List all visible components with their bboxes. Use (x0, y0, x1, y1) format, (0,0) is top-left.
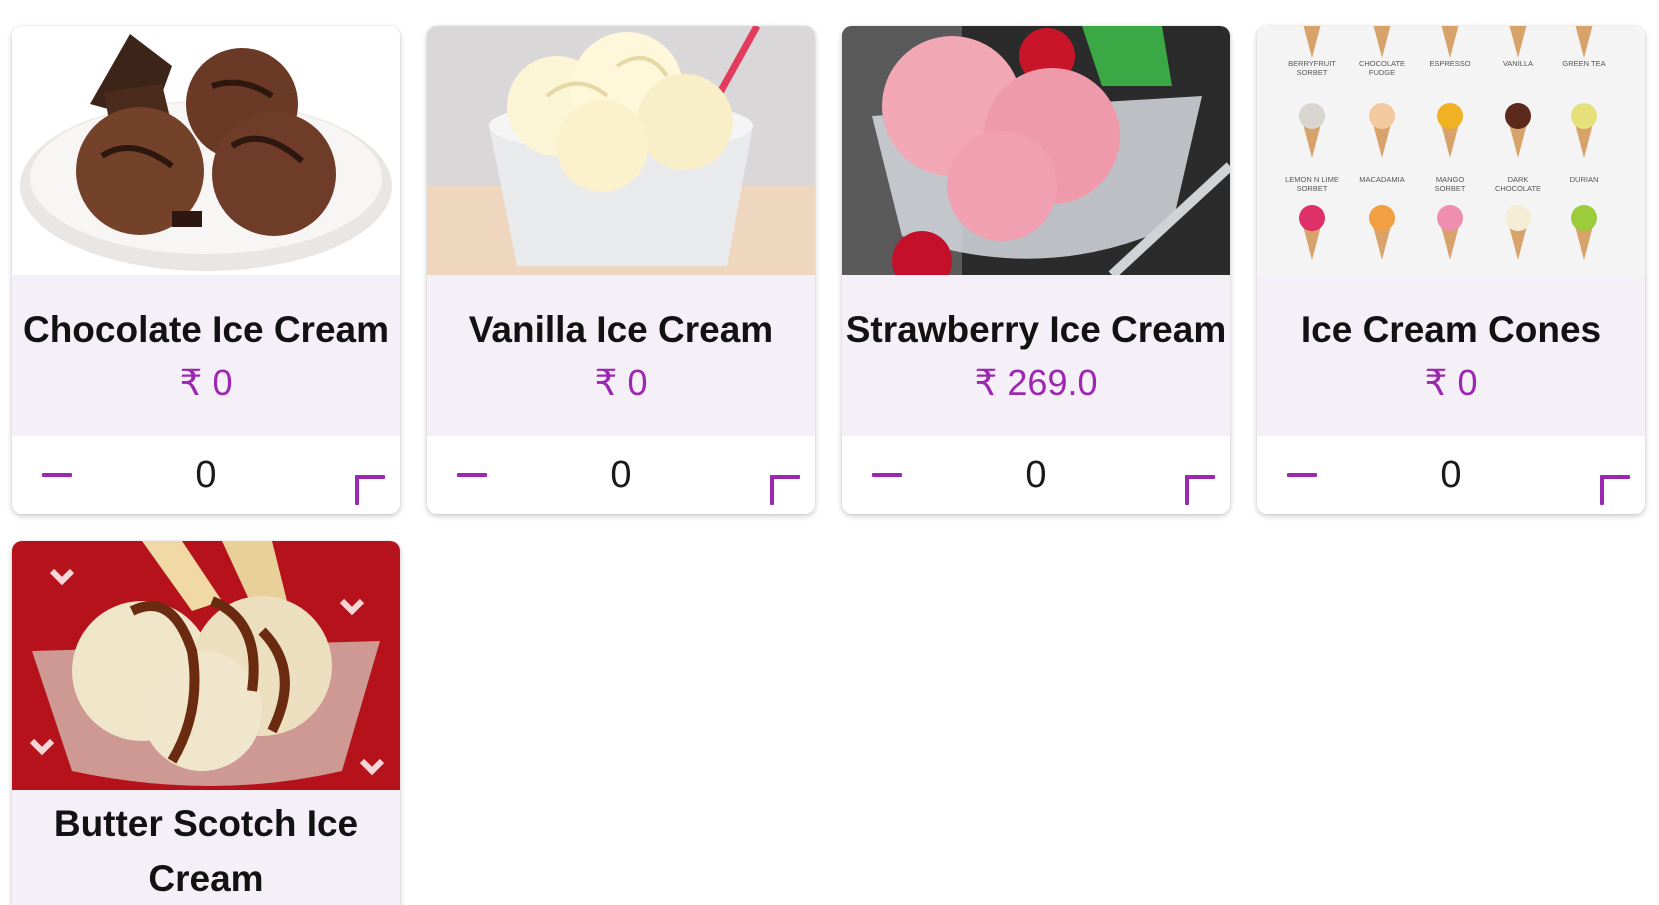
quantity-stepper: 0 (842, 436, 1230, 514)
product-info: Butter Scotch Ice Cream (12, 790, 400, 905)
quantity-value: 0 (195, 453, 217, 496)
product-info: Vanilla Ice Cream ₹ 0 (427, 275, 815, 436)
butter-scotch-ice-cream-image (12, 541, 400, 790)
minus-icon (42, 473, 72, 477)
product-card-strawberry[interactable]: Strawberry Ice Cream ₹ 269.0 0 (842, 26, 1230, 514)
vanilla-ice-cream-image (427, 26, 815, 275)
svg-text:ESPRESSO: ESPRESSO (1429, 59, 1470, 68)
quantity-value: 0 (610, 453, 632, 496)
product-price: ₹ 0 (1424, 362, 1478, 403)
ice-cream-cones-image: BERRYFRUIT SORBET CHOCOLATE FUDGE ESPRESSO VA… (1257, 26, 1645, 275)
product-name: Chocolate Ice Cream (22, 309, 390, 350)
product-card-vanilla[interactable]: Vanilla Ice Cream ₹ 0 0 (427, 26, 815, 514)
svg-text:BERRYFRUIT: BERRYFRUIT (1288, 59, 1336, 68)
minus-icon (457, 473, 487, 477)
decrement-button[interactable] (34, 452, 80, 498)
quantity-stepper: 0 (12, 436, 400, 514)
product-card-butterscotch[interactable]: Butter Scotch Ice Cream (12, 541, 400, 905)
svg-text:SORBET: SORBET (1297, 184, 1328, 193)
svg-text:CHOCOLATE: CHOCOLATE (1495, 184, 1541, 193)
quantity-stepper: 0 (427, 436, 815, 514)
svg-text:VANILLA: VANILLA (1503, 59, 1533, 68)
product-price: ₹ 0 (594, 362, 648, 403)
increment-button[interactable] (747, 452, 800, 505)
minus-icon (1287, 473, 1317, 477)
quantity-value: 0 (1440, 453, 1462, 496)
increment-button[interactable] (1577, 452, 1630, 505)
svg-text:DURIAN: DURIAN (1570, 175, 1599, 184)
minus-icon (872, 473, 902, 477)
strawberry-ice-cream-image (842, 26, 1230, 275)
product-info: Chocolate Ice Cream ₹ 0 (12, 275, 400, 436)
svg-text:FUDGE: FUDGE (1369, 68, 1395, 77)
quantity-value: 0 (1025, 453, 1047, 496)
product-info: Strawberry Ice Cream ₹ 269.0 (842, 275, 1230, 436)
decrement-button[interactable] (864, 452, 910, 498)
svg-text:MANGO: MANGO (1436, 175, 1465, 184)
product-price: ₹ 269.0 (974, 362, 1098, 403)
product-name: Strawberry Ice Cream (845, 309, 1227, 350)
product-name: Vanilla Ice Cream (468, 309, 774, 350)
product-name: Ice Cream Cones (1300, 309, 1602, 350)
svg-text:SORBET: SORBET (1435, 184, 1466, 193)
svg-text:LEMON N LIME: LEMON N LIME (1285, 175, 1339, 184)
quantity-stepper: 0 (1257, 436, 1645, 514)
decrement-button[interactable] (1279, 452, 1325, 498)
product-card-cones[interactable]: BERRYFRUIT SORBET CHOCOLATE FUDGE ESPRESSO VA… (1257, 26, 1645, 514)
increment-button[interactable] (1162, 452, 1215, 505)
product-info: Ice Cream Cones ₹ 0 (1257, 275, 1645, 436)
product-card-chocolate[interactable]: Chocolate Ice Cream ₹ 0 0 (12, 26, 400, 514)
svg-text:MACADAMIA: MACADAMIA (1359, 175, 1404, 184)
svg-text:GREEN TEA: GREEN TEA (1562, 59, 1605, 68)
product-price: ₹ 0 (179, 362, 233, 403)
svg-text:SORBET: SORBET (1297, 68, 1328, 77)
decrement-button[interactable] (449, 452, 495, 498)
svg-text:CHOCOLATE: CHOCOLATE (1359, 59, 1405, 68)
product-name: Butter Scotch Ice Cream (53, 803, 359, 899)
chocolate-ice-cream-image (12, 26, 400, 275)
cones-illustration: BERRYFRUITSORBETCHOCOLATEFUDGEESPRESSO VA… (1285, 26, 1606, 260)
svg-text:DARK: DARK (1508, 175, 1529, 184)
increment-button[interactable] (332, 452, 385, 505)
product-grid: Chocolate Ice Cream ₹ 0 0 Vanilla Ice Cr… (0, 0, 1659, 905)
